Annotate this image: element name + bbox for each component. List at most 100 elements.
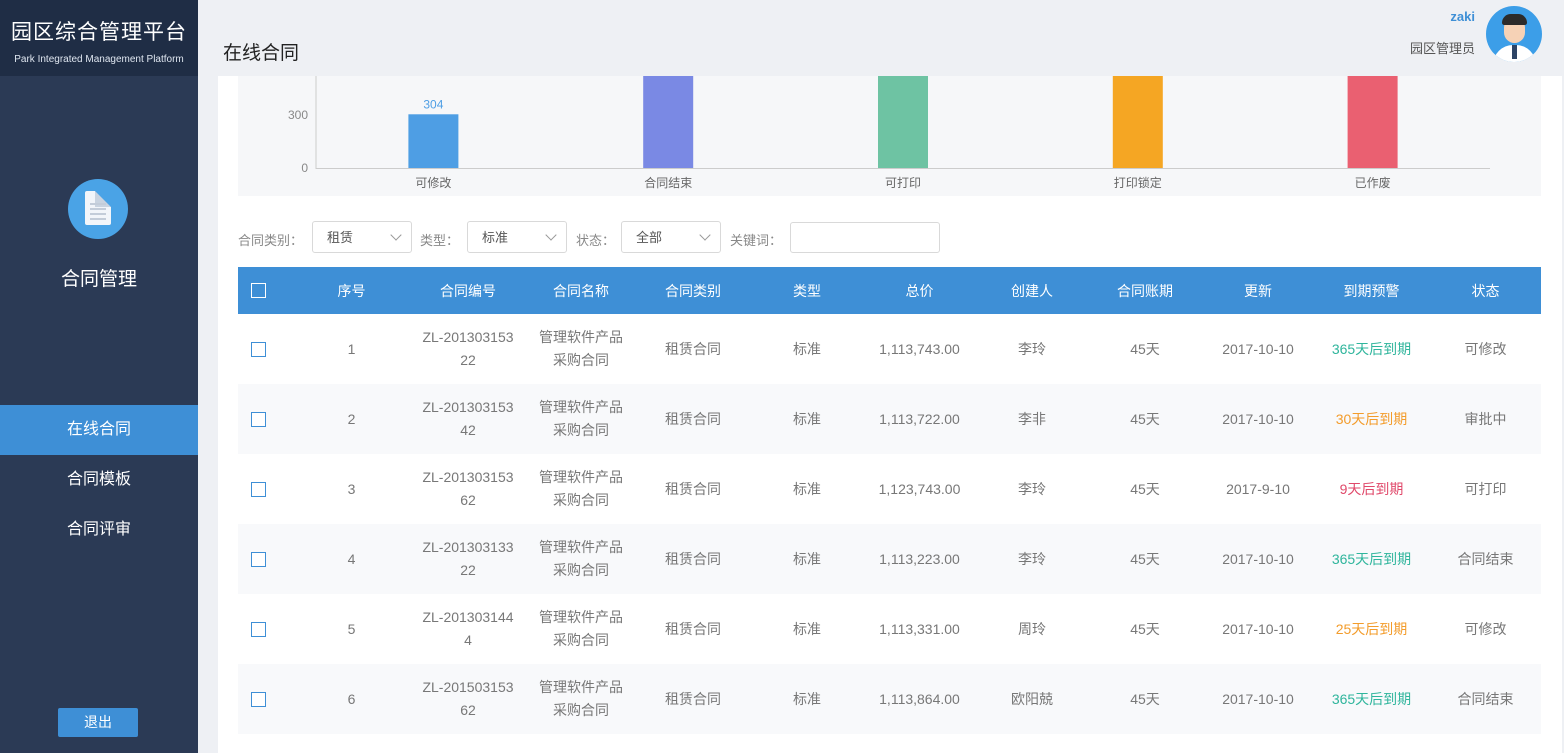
table-row[interactable]: 3 ZL-201303153 62 管理软件产品 采购合同 租赁合同 标准 1,123,743… <box>238 454 1541 524</box>
status-bar-chart: 300 0 可修改 304 合同结束 可打印 打印锁定 已作废 <box>288 76 1490 190</box>
table-row[interactable]: 5 ZL-201303144 4 管理软件产品 采购合同 租赁合同 标准 1,113,331.… <box>238 594 1541 664</box>
cell-no: 1 <box>347 341 356 357</box>
sidebar-item-contract-review[interactable]: 合同评审 <box>0 505 198 555</box>
logout-button[interactable]: 退出 <box>58 708 138 737</box>
row-checkbox[interactable] <box>250 411 266 427</box>
row-select-cell <box>238 384 278 454</box>
cell-no: 2 <box>347 411 356 427</box>
y-tick-label: 0 <box>301 161 308 175</box>
header-no[interactable]: 序号 <box>295 267 408 314</box>
cell-code: ZL-201303144 4 <box>408 594 528 664</box>
cell-category: 租赁合同 <box>665 411 721 427</box>
cell-updated: 2017-10-10 <box>1222 411 1294 427</box>
cell-term: 45天 <box>1130 691 1160 707</box>
cell-creator: 李玲 <box>1018 481 1046 497</box>
row-checkbox[interactable] <box>250 621 266 637</box>
cell-name-line1: 管理软件产品 <box>539 329 623 345</box>
status-filter-label: 状态： <box>576 233 616 248</box>
category-select[interactable]: 租赁 <box>312 221 412 253</box>
cell-name-line2: 采购合同 <box>553 632 609 648</box>
cell-name: 管理软件产品 采购合同 <box>528 454 634 524</box>
cell-creator: 李非 <box>1018 411 1046 427</box>
user-role: 园区管理员 <box>1409 41 1475 56</box>
row-checkbox[interactable] <box>250 551 266 567</box>
cell-name-line2: 采购合同 <box>553 492 609 508</box>
header-updated[interactable]: 更新 <box>1203 267 1313 314</box>
cell-term: 45天 <box>1130 341 1160 357</box>
chart-bar[interactable] <box>643 76 694 168</box>
table-row[interactable]: 4 ZL-201303133 22 管理软件产品 采购合同 租赁合同 标准 1,113,223… <box>238 524 1541 594</box>
status-select[interactable]: 全部 <box>621 221 721 253</box>
cell-type: 标准 <box>793 621 821 637</box>
cell-name-line2: 采购合同 <box>553 562 609 578</box>
cell-code: ZL-201303153 42 <box>408 384 528 454</box>
cell-status: 可打印 <box>1464 481 1507 497</box>
header-status[interactable]: 状态 <box>1430 267 1541 314</box>
data-label: 304 <box>423 97 443 111</box>
cell-price: 1,113,223.00 <box>879 551 960 567</box>
header-type[interactable]: 类型 <box>752 267 862 314</box>
table-row[interactable]: 6 ZL-201503153 62 管理软件产品 采购合同 租赁合同 标准 1,113,864… <box>238 664 1541 734</box>
cell-name-line2: 采购合同 <box>553 352 609 368</box>
cell-term: 45天 <box>1130 621 1160 637</box>
header-price[interactable]: 总价 <box>862 267 977 314</box>
row-select-cell <box>238 594 278 664</box>
keyword-input[interactable] <box>790 222 940 253</box>
header-creator[interactable]: 创建人 <box>977 267 1087 314</box>
user-name[interactable]: zaki <box>1450 9 1475 24</box>
chart-bar[interactable] <box>408 114 459 168</box>
row-checkbox[interactable] <box>250 481 266 497</box>
cell-price: 1,113,331.00 <box>879 621 960 637</box>
sidebar: 园区综合管理平台 Park Integrated Management Plat… <box>0 0 198 753</box>
x-tick-label: 合同结束 <box>644 175 692 190</box>
chart-bar[interactable] <box>1112 76 1163 168</box>
cell-name-line2: 采购合同 <box>553 422 609 438</box>
cell-code-line2: 42 <box>460 422 476 438</box>
row-checkbox[interactable] <box>250 691 266 707</box>
cell-type: 标准 <box>793 691 821 707</box>
row-select-cell <box>238 314 278 384</box>
cell-name: 管理软件产品 采购合同 <box>528 664 634 734</box>
header-name[interactable]: 合同名称 <box>528 267 634 314</box>
sidebar-item-contract-template[interactable]: 合同模板 <box>0 455 198 505</box>
cell-no: 3 <box>347 481 356 497</box>
brand: 园区综合管理平台 Park Integrated Management Plat… <box>0 0 198 76</box>
brand-title: 园区综合管理平台 <box>11 21 187 44</box>
cell-code-line1: ZL-201303153 <box>422 329 514 345</box>
cell-code-line1: ZL-201503153 <box>422 679 514 695</box>
sidebar-item-online-contract[interactable]: 在线合同 <box>0 405 198 455</box>
cell-code-line2: 62 <box>460 492 476 508</box>
type-select[interactable]: 标准 <box>467 221 567 253</box>
cell-updated: 2017-10-10 <box>1222 621 1294 637</box>
cell-price: 1,113,722.00 <box>879 411 960 427</box>
avatar[interactable] <box>1486 6 1542 62</box>
chart-bar[interactable] <box>878 76 928 168</box>
cell-code: ZL-201303133 22 <box>408 524 528 594</box>
cell-category: 租赁合同 <box>665 551 721 567</box>
cell-code-line1: ZL-201303133 <box>422 539 514 555</box>
table-row[interactable]: 1 ZL-201303153 22 管理软件产品 采购合同 租赁合同 标准 1,113,743… <box>238 314 1541 384</box>
cell-code: ZL-201303153 22 <box>408 314 528 384</box>
cell-no: 4 <box>347 551 356 567</box>
document-icon <box>68 179 128 239</box>
row-checkbox[interactable] <box>250 341 266 357</box>
table-row[interactable]: 2 ZL-201303153 42 管理软件产品 采购合同 租赁合同 标准 1,113,722… <box>238 384 1541 454</box>
cell-expiry-warning: 30天后到期 <box>1335 411 1408 427</box>
header-category[interactable]: 合同类别 <box>634 267 752 314</box>
chart-bar[interactable] <box>1347 76 1398 168</box>
type-select-value: 标准 <box>482 230 509 245</box>
cell-updated: 2017-10-10 <box>1222 551 1294 567</box>
header-warning[interactable]: 到期预警 <box>1313 267 1430 314</box>
header-term[interactable]: 合同账期 <box>1087 267 1203 314</box>
cell-name-line1: 管理软件产品 <box>539 609 623 625</box>
cell-expiry-warning: 365天后到期 <box>1331 551 1412 567</box>
select-all-checkbox[interactable] <box>250 283 266 298</box>
cell-type: 标准 <box>793 551 821 567</box>
cell-term: 45天 <box>1130 481 1160 497</box>
header-code[interactable]: 合同编号 <box>408 267 528 314</box>
cell-price: 1,113,864.00 <box>879 691 960 707</box>
module-name: 合同管理 <box>60 269 137 290</box>
cell-updated: 2017-9-10 <box>1226 481 1290 497</box>
cell-expiry-warning: 365天后到期 <box>1331 691 1412 707</box>
cell-status: 可修改 <box>1464 341 1507 357</box>
